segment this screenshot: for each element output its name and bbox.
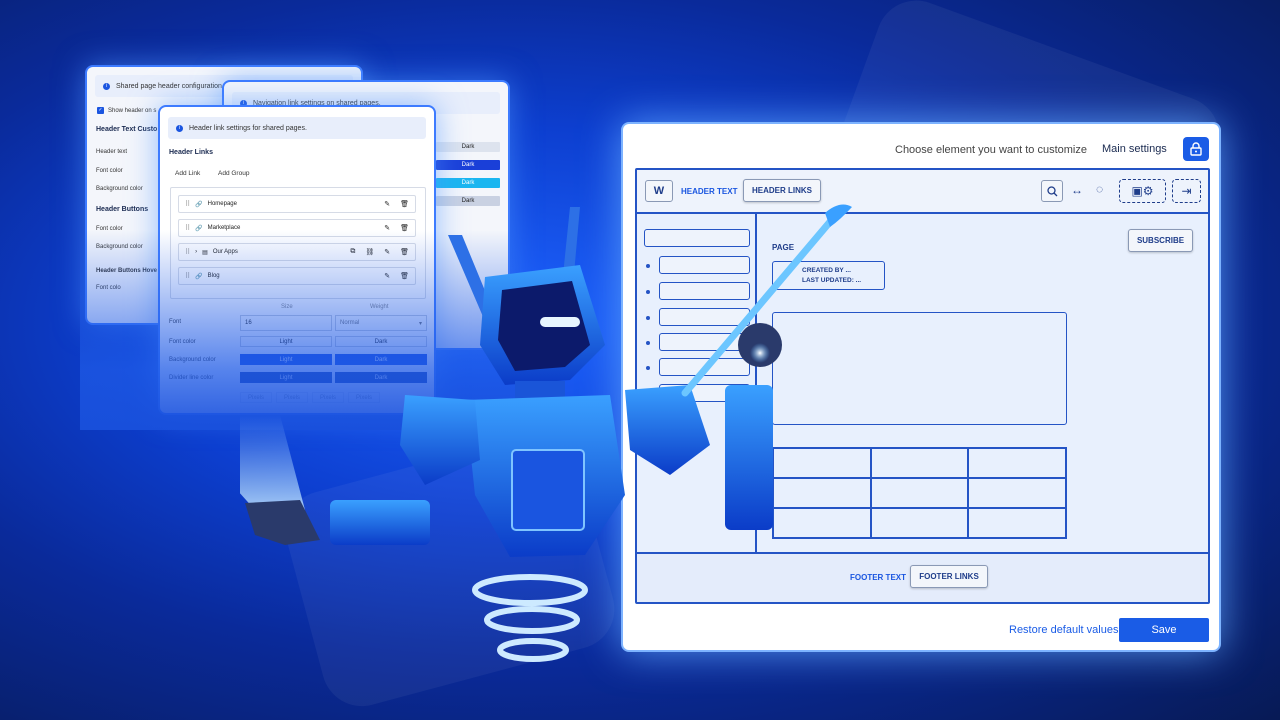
save-button[interactable]: Save [1119, 618, 1209, 642]
section-title: Header Text Custo [96, 126, 158, 133]
robot-hand [245, 500, 320, 545]
add-group-button[interactable]: Add Group [218, 170, 249, 177]
info-banner: i Header link settings for shared pages. [168, 117, 426, 139]
robot-shoulder [400, 395, 480, 485]
hover-ring [472, 574, 588, 606]
lock-button[interactable] [1183, 137, 1209, 161]
subscribe-button[interactable]: SUBSCRIBE [1128, 229, 1193, 252]
hover-ring [484, 606, 580, 634]
checkbox-label: Show header on s [108, 107, 157, 114]
color-option[interactable]: Dark [436, 178, 500, 188]
color-option[interactable]: Dark [436, 142, 500, 152]
footer-links-element[interactable]: FOOTER LINKS [910, 565, 988, 588]
checkbox-icon[interactable]: ✓ [97, 107, 104, 114]
field-label: Background color [169, 357, 216, 363]
link-icon: 🔗 [195, 273, 203, 280]
section-title: Header Buttons Hove [96, 268, 158, 274]
field-label: Divider line color [169, 375, 214, 381]
drag-handle-icon[interactable]: ⠿ [185, 248, 190, 256]
robot-arm [330, 500, 430, 545]
layout-settings-icon[interactable]: ▣⚙ [1119, 179, 1166, 203]
section-title: Header Links [169, 149, 213, 156]
robot-shoulder [625, 385, 710, 475]
window-icon: ▤ [202, 249, 208, 256]
link-label: Our Apps [212, 249, 238, 255]
search-icon[interactable] [1041, 180, 1063, 202]
link-icon: 🔗 [195, 201, 203, 208]
field-label: Font colo [96, 285, 121, 291]
hover-ring [497, 638, 569, 662]
lightbulb-icon[interactable]: ◌ [1096, 182, 1103, 196]
drag-handle-icon[interactable]: ⠿ [185, 272, 190, 280]
field-label: Background color [96, 186, 143, 192]
field-label: Font [169, 319, 182, 325]
drag-handle-icon[interactable]: ⠿ [185, 200, 190, 208]
panel-prompt: Choose element you want to customize [895, 144, 1087, 156]
field-label: Font color [169, 339, 196, 345]
field-label: Background color [96, 244, 143, 250]
width-toggle-icon[interactable]: ↔ [1071, 183, 1083, 197]
link-icon: 🔗 [195, 225, 203, 232]
restore-defaults-link[interactable]: Restore default values [1009, 624, 1118, 636]
field-label: Font color [96, 168, 123, 174]
info-text: Header link settings for shared pages. [189, 124, 307, 132]
chevron-right-icon[interactable]: › [195, 249, 197, 255]
info-text: Shared page header configuration. [116, 82, 224, 90]
show-header-checkbox[interactable]: ✓ Show header on s [97, 107, 156, 114]
robot-illustration [240, 204, 852, 662]
field-label: Header text [96, 149, 128, 155]
sign-in-icon[interactable]: ⇥ [1172, 179, 1201, 203]
drag-handle-icon[interactable]: ⠿ [185, 224, 190, 232]
section-title: Header Buttons [96, 206, 149, 213]
robot-eye [540, 317, 580, 327]
hologram-beam [240, 415, 305, 510]
lock-icon [1190, 142, 1202, 156]
link-label: Blog [207, 273, 220, 279]
main-settings-link[interactable]: Main settings [1102, 143, 1167, 155]
info-icon: i [103, 82, 110, 90]
link-label: Marketplace [207, 225, 241, 231]
field-label: Font color [96, 226, 123, 232]
info-icon: i [176, 124, 183, 132]
link-label: Homepage [207, 201, 237, 207]
robot-arm [725, 385, 773, 530]
color-option[interactable]: Dark [436, 160, 500, 170]
add-link-button[interactable]: Add Link [175, 170, 200, 177]
